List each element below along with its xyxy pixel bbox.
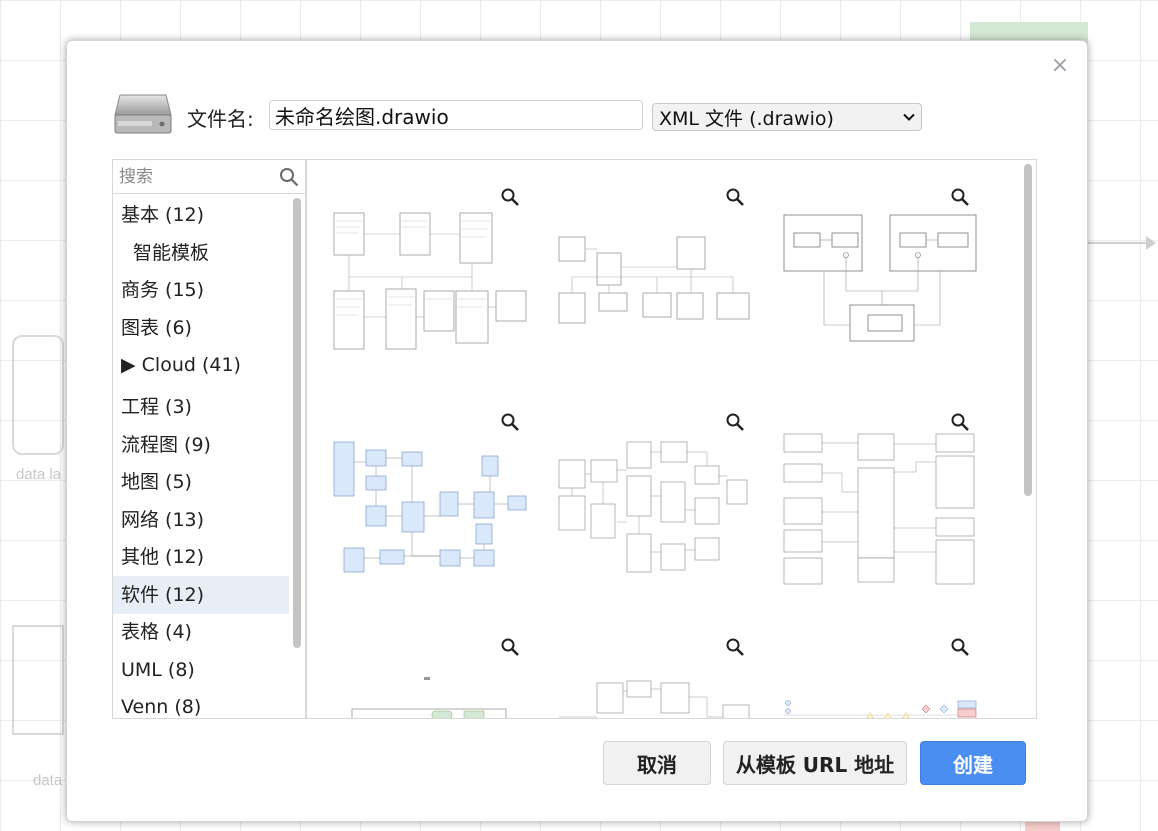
filename-input[interactable] <box>269 100 643 130</box>
search-input[interactable] <box>113 160 305 194</box>
category-item[interactable]: 智能模板 <box>113 234 289 272</box>
chevron-down-icon <box>903 113 915 121</box>
category-item[interactable]: 其他 (12) <box>113 538 289 576</box>
zoom-icon[interactable] <box>725 637 745 657</box>
category-item[interactable]: 商务 (15) <box>113 271 289 309</box>
template-thumbnail[interactable] <box>332 637 532 718</box>
drive-icon <box>114 94 172 134</box>
search-icon[interactable] <box>279 167 299 187</box>
template-thumbnail[interactable] <box>782 412 982 587</box>
zoom-icon[interactable] <box>500 637 520 657</box>
template-preview <box>559 680 750 718</box>
canvas-label: data la <box>16 466 62 483</box>
create-button[interactable]: 创建 <box>920 741 1026 785</box>
category-item[interactable]: 网络 (13) <box>113 501 289 539</box>
category-item[interactable]: 地图 (5) <box>113 463 289 501</box>
template-scrollbar[interactable] <box>1024 164 1032 496</box>
category-item[interactable]: 工程 (3) <box>113 388 289 426</box>
zoom-icon[interactable] <box>950 637 970 657</box>
from-template-url-button[interactable]: 从模板 URL 地址 <box>723 741 907 785</box>
search-box <box>113 160 305 194</box>
zoom-icon[interactable] <box>950 412 970 432</box>
category-sidebar: 基本 (12) 智能模板 商务 (15) 图表 (6) ▶ Cloud (41)… <box>112 159 306 719</box>
template-preview <box>333 212 527 350</box>
category-item[interactable]: 图表 (6) <box>113 309 289 347</box>
zoom-icon[interactable] <box>500 412 520 432</box>
template-thumbnail[interactable] <box>782 637 982 718</box>
new-diagram-dialog: × 文件名: XML 文件 (.drawio) 基本 (12 <box>66 40 1088 822</box>
format-select-value: XML 文件 (.drawio) <box>659 107 834 130</box>
category-item[interactable]: 基本 (12) <box>113 196 289 234</box>
zoom-icon[interactable] <box>500 187 520 207</box>
template-thumbnail[interactable] <box>332 187 532 362</box>
template-preview <box>333 441 527 573</box>
zoom-icon[interactable] <box>725 187 745 207</box>
template-thumbnail[interactable] <box>332 412 532 587</box>
category-item[interactable]: 表格 (4) <box>113 613 289 651</box>
canvas-label: data <box>33 772 63 789</box>
template-thumbnail[interactable] <box>557 637 757 718</box>
cancel-button[interactable]: 取消 <box>603 741 711 785</box>
template-preview <box>783 433 975 585</box>
template-thumbnail[interactable] <box>557 187 757 362</box>
template-preview <box>351 677 507 718</box>
template-preview <box>558 441 748 573</box>
template-preview <box>783 214 977 342</box>
zoom-icon[interactable] <box>725 412 745 432</box>
canvas-shape-outline <box>12 625 64 735</box>
close-icon[interactable]: × <box>1049 55 1071 77</box>
format-select[interactable]: XML 文件 (.drawio) <box>652 103 922 131</box>
template-preview <box>784 700 977 718</box>
category-item-selected[interactable]: 软件 (12) <box>113 576 289 614</box>
template-thumbnail[interactable] <box>557 412 757 587</box>
canvas-arrowhead <box>1146 236 1156 250</box>
template-grid <box>306 159 1037 719</box>
category-item[interactable]: UML (8) <box>113 651 289 689</box>
canvas-shape-outline <box>12 335 64 455</box>
category-item[interactable]: Venn (8) <box>113 688 289 718</box>
category-item[interactable]: 流程图 (9) <box>113 426 289 464</box>
template-thumbnail[interactable] <box>782 187 982 362</box>
canvas-connector <box>1088 242 1150 244</box>
filename-label: 文件名: <box>187 107 254 131</box>
zoom-icon[interactable] <box>950 187 970 207</box>
sidebar-scrollbar[interactable] <box>293 198 301 648</box>
category-item-cloud[interactable]: ▶ Cloud (41) <box>113 346 289 384</box>
template-preview <box>558 236 750 324</box>
